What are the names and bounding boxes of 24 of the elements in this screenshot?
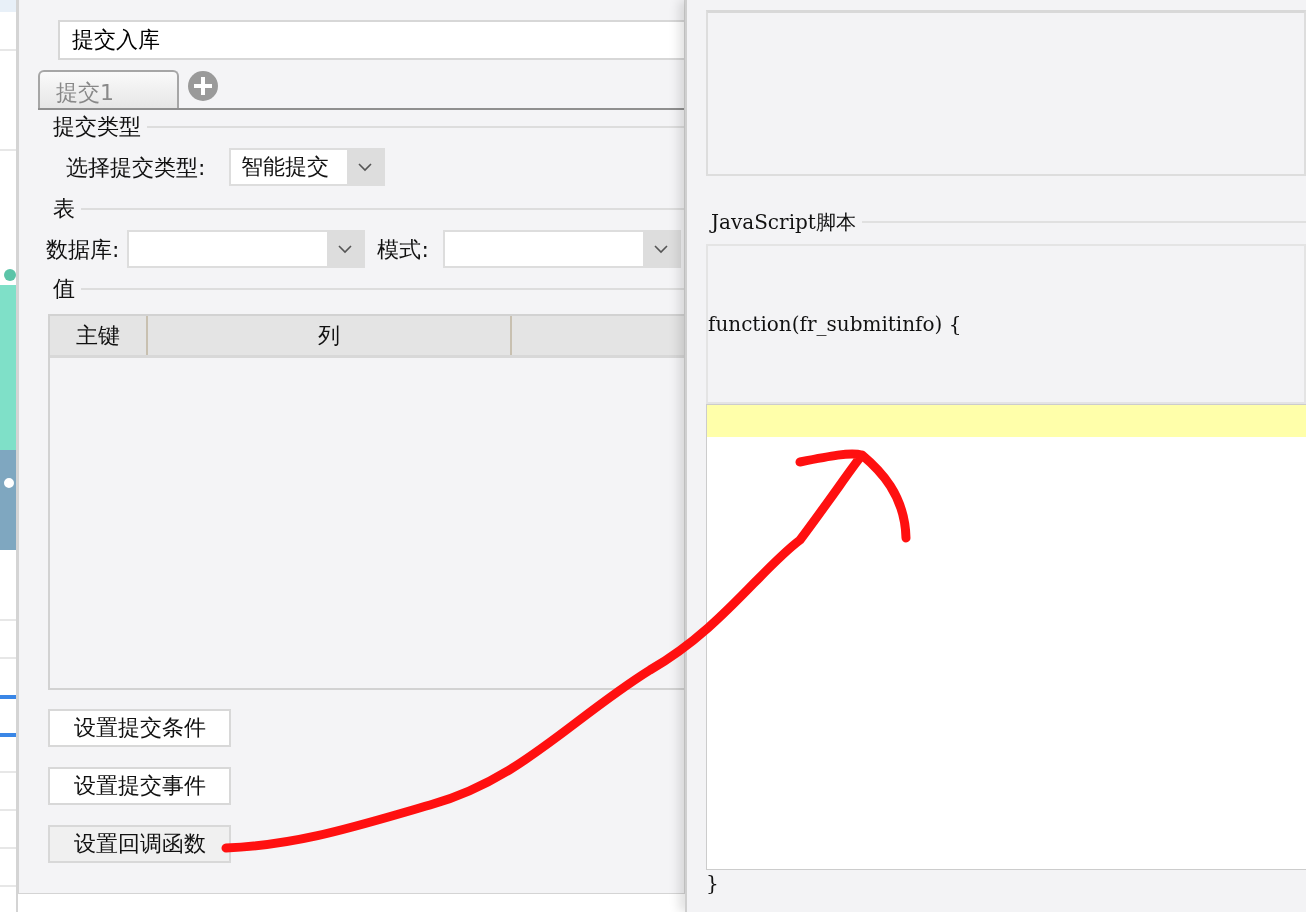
- section-legend: 值: [33, 278, 81, 300]
- database-dropdown[interactable]: [127, 230, 366, 268]
- section-legend: 提交类型: [33, 116, 147, 138]
- caret-icon: [652, 244, 669, 254]
- action-button[interactable]: 设置提交事件: [48, 767, 231, 805]
- submit-type-dropdown[interactable]: 智能提交: [229, 148, 386, 186]
- column-header[interactable]: 列: [148, 316, 512, 355]
- section-legend: JavaScript脚本: [687, 207, 862, 237]
- section-legend: 表: [33, 198, 81, 220]
- code-line: function(fr_submitinfo) {: [708, 311, 962, 338]
- schema-dropdown[interactable]: [442, 230, 681, 268]
- action-button[interactable]: 设置提交条件: [48, 709, 231, 747]
- add-icon[interactable]: [187, 70, 219, 102]
- caret-icon: [357, 162, 374, 172]
- caret-icon: [337, 244, 354, 254]
- field-label: 数据库:: [46, 235, 120, 264]
- column-header[interactable]: 主键: [50, 316, 148, 355]
- code-line: }: [706, 870, 718, 896]
- action-button[interactable]: 设置回调函数: [48, 825, 231, 863]
- field-label: 模式:: [377, 235, 429, 264]
- text-area[interactable]: [706, 10, 1306, 176]
- code-editor[interactable]: [706, 404, 1306, 870]
- field-label: 选择提交类型:: [66, 153, 206, 182]
- name-field[interactable]: 提交入库: [58, 20, 684, 60]
